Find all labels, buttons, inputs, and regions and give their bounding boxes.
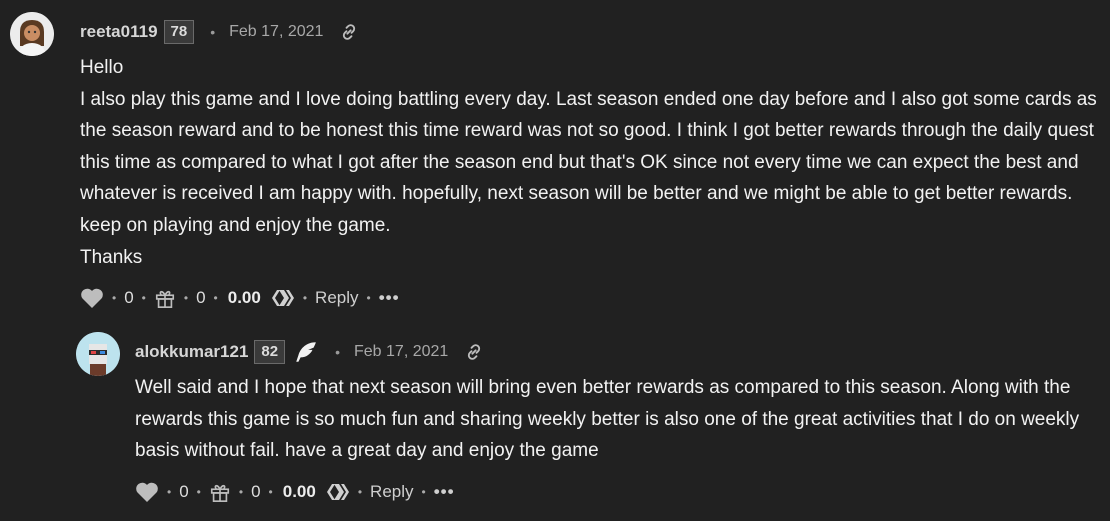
gift-icon[interactable] <box>154 287 176 309</box>
payout-amount[interactable]: 0.00 <box>228 288 261 308</box>
comment-header: reeta0119 78 • Feb 17, 2021 <box>80 12 1100 52</box>
reply-button[interactable]: Reply <box>315 288 358 308</box>
paragraph: I also play this game and I love doing b… <box>80 88 1097 236</box>
reply-button[interactable]: Reply <box>370 482 413 502</box>
separator: • <box>357 484 363 499</box>
paragraph: Thanks <box>80 246 143 268</box>
reputation-badge: 82 <box>254 340 286 364</box>
comment-reply: alokkumar121 82 • Feb 17, 2021 Well said… <box>76 332 1100 507</box>
avatar[interactable] <box>10 12 54 56</box>
link-icon[interactable] <box>464 342 484 362</box>
separator: • <box>210 24 216 40</box>
separator: • <box>366 291 371 306</box>
separator: • <box>238 484 244 499</box>
separator: • <box>335 344 340 360</box>
reputation-badge: 78 <box>163 20 195 44</box>
hive-logo-icon <box>271 288 295 308</box>
author-name[interactable]: reeta0119 <box>80 22 158 42</box>
link-icon[interactable] <box>339 22 359 42</box>
comment-text: Well said and I hope that next season wi… <box>135 372 1100 467</box>
post-date[interactable]: Feb 17, 2021 <box>229 23 323 41</box>
separator: • <box>268 484 273 499</box>
avatar[interactable] <box>76 332 120 376</box>
separator: • <box>183 291 189 306</box>
paragraph: Well said and I hope that next season wi… <box>135 377 1080 462</box>
more-options-button[interactable]: ••• <box>379 288 400 308</box>
comment-actions: • 0 • • 0 • 0.00 • Reply • ••• <box>80 283 1100 313</box>
separator: • <box>112 291 117 306</box>
gift-count: 0 <box>196 288 206 308</box>
separator: • <box>196 484 201 499</box>
hive-logo-icon <box>326 482 350 502</box>
vote-count[interactable]: 0 <box>179 482 188 502</box>
comment-body: reeta0119 78 • Feb 17, 2021 Hello I also… <box>80 12 1100 313</box>
more-options-button[interactable]: ••• <box>434 482 455 502</box>
comment-text: Hello I also play this game and I love d… <box>80 52 1100 273</box>
separator: • <box>141 291 146 306</box>
comment-actions: • 0 • • 0 • 0.00 • Reply • ••• <box>135 477 1100 507</box>
post-date[interactable]: Feb 17, 2021 <box>354 343 448 361</box>
comment-header: alokkumar121 82 • Feb 17, 2021 <box>135 332 1100 372</box>
comment-body: alokkumar121 82 • Feb 17, 2021 Well said… <box>135 332 1100 507</box>
comment: reeta0119 78 • Feb 17, 2021 Hello I also… <box>10 12 1100 313</box>
paragraph: Hello <box>80 57 124 78</box>
gift-icon[interactable] <box>209 481 231 503</box>
feather-icon <box>293 339 319 365</box>
vote-count[interactable]: 0 <box>124 288 133 308</box>
author-name[interactable]: alokkumar121 <box>135 342 248 362</box>
gift-count: 0 <box>251 481 261 501</box>
separator: • <box>421 484 426 499</box>
payout-amount[interactable]: 0.00 <box>283 482 316 502</box>
heart-icon[interactable] <box>80 287 104 309</box>
separator: • <box>213 291 218 306</box>
heart-icon[interactable] <box>135 481 159 503</box>
separator: • <box>302 291 308 306</box>
separator: • <box>167 484 172 499</box>
